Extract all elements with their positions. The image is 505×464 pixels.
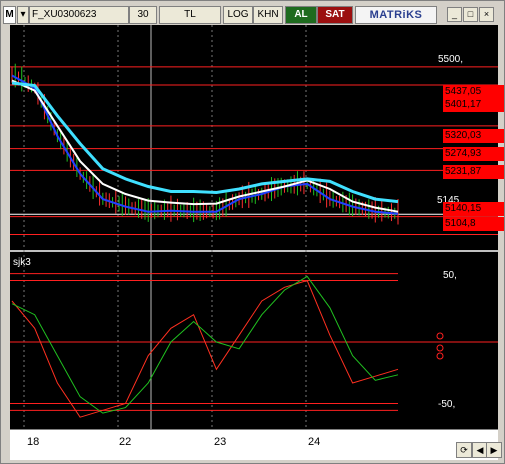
sell-button[interactable]: SAT: [317, 6, 353, 24]
level-tag: 5274,93: [443, 147, 504, 161]
minimize-button[interactable]: _: [447, 7, 462, 22]
log-scale-button[interactable]: LOG: [223, 6, 253, 24]
level-tag: 5437,05: [443, 85, 504, 99]
toolbar: M ▾ F_XU0300623 30 TL LOG KHN AL SAT MAT…: [3, 6, 502, 24]
level-tag: 5231,87: [443, 165, 504, 179]
level-tag: 5320,03: [443, 129, 504, 143]
indicator-name: sjk3: [13, 257, 31, 268]
price-axis-top-label: 5500,: [438, 54, 464, 65]
x-tick: 18: [27, 436, 40, 448]
symbol-field[interactable]: F_XU0300623: [29, 6, 129, 24]
buy-button[interactable]: AL: [285, 6, 317, 24]
x-tick: 23: [214, 436, 227, 448]
symbol-dropdown-icon[interactable]: ▾: [17, 6, 29, 24]
currency-button[interactable]: TL: [159, 6, 221, 24]
chart-window: M ▾ F_XU0300623 30 TL LOG KHN AL SAT MAT…: [0, 0, 505, 464]
close-button[interactable]: ×: [479, 7, 494, 22]
chart-area[interactable]: 5500, 5145, 5437,05 5401,17 5320,03 5274…: [10, 25, 504, 429]
indicator-bottom-label: -50,: [438, 399, 456, 410]
level-tag: 5401,17: [443, 98, 504, 112]
x-tick: 22: [119, 436, 132, 448]
x-tick: 24: [308, 436, 321, 448]
scroll-right-icon[interactable]: ▶: [486, 442, 502, 458]
level-tag: 5104,8: [443, 217, 504, 231]
chart-background: [10, 25, 498, 429]
maximize-button[interactable]: □: [463, 7, 478, 22]
x-axis: 18 22 23 24 ⟳ ◀ ▶: [10, 429, 502, 460]
level-tag: 5140,15: [443, 202, 504, 216]
refresh-icon[interactable]: ⟳: [456, 442, 472, 458]
khn-button[interactable]: KHN: [253, 6, 283, 24]
app-logo: M: [3, 6, 16, 24]
chart-canvas[interactable]: [10, 25, 498, 429]
period-button[interactable]: 30: [129, 6, 157, 24]
indicator-top-label: 50,: [443, 270, 457, 281]
brand-label: MATRiKS: [355, 6, 437, 24]
